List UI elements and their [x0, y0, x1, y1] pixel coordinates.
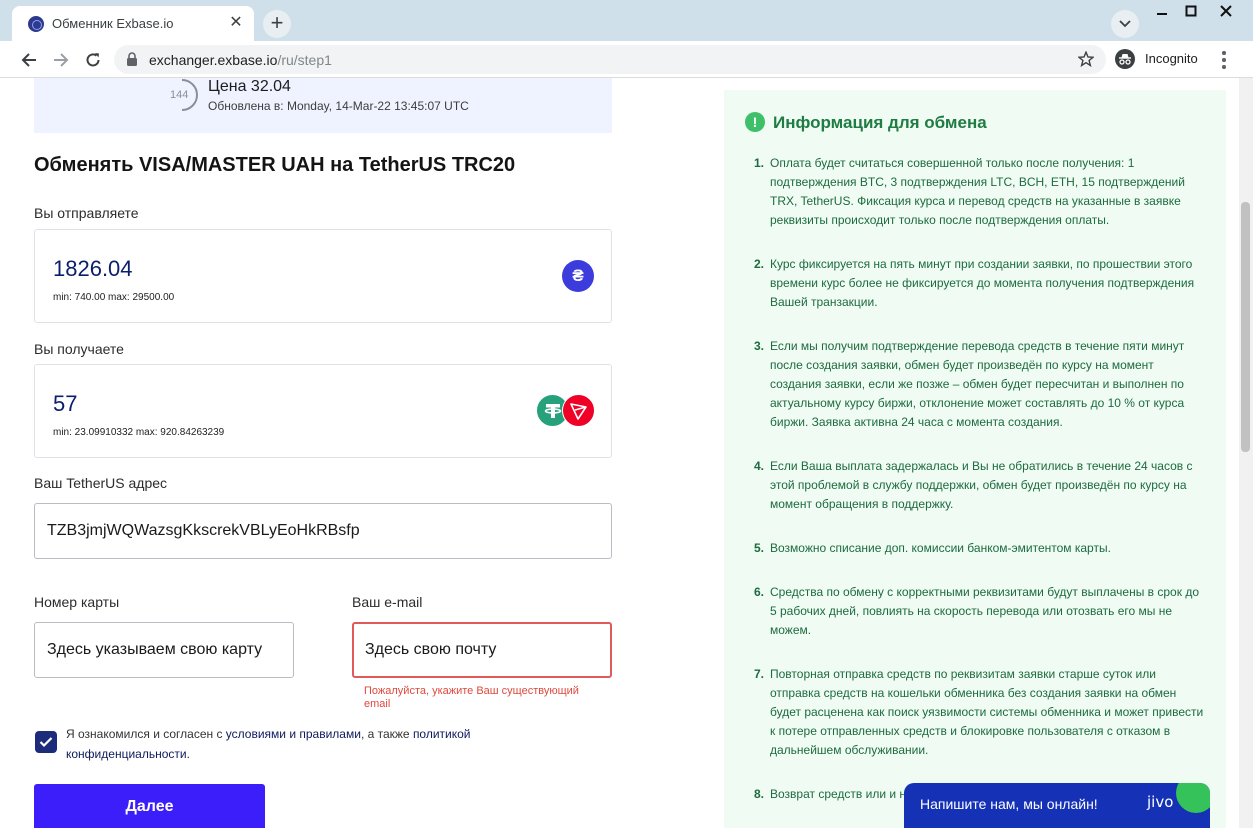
window-close-button[interactable] [1209, 0, 1249, 22]
arrow-right-icon [54, 53, 69, 67]
kebab-dot-icon [1222, 51, 1226, 55]
send-amount-field[interactable]: 1826.04 min: 740.00 max: 29500.00 ₴ [34, 229, 612, 323]
tab-search-button[interactable] [1111, 10, 1139, 38]
back-button[interactable] [16, 47, 42, 73]
card-number-input[interactable]: Здесь указываем свою карту [34, 622, 294, 678]
hryvnia-icon: ₴ [562, 260, 594, 292]
info-item: 2. Курс фиксируется на пять минут при соз… [754, 257, 1195, 309]
rate-price: Цена 32.04 [208, 78, 291, 95]
chevron-down-icon [1119, 20, 1131, 28]
rate-box: 144 Цена 32.04 Обновлена в: Monday, 14-M… [34, 78, 612, 133]
incognito-icon [1115, 49, 1135, 69]
info-item: 5. Возможно списание доп. комиссии банком… [754, 541, 1111, 555]
kebab-dot-icon [1222, 58, 1226, 62]
close-icon [1220, 5, 1232, 17]
minimize-icon [1157, 13, 1167, 15]
receive-amount-value: 57 [53, 391, 78, 416]
lock-icon [127, 52, 137, 66]
send-amount-value: 1826.04 [53, 256, 133, 281]
page-scrollbar[interactable] [1239, 78, 1253, 828]
exchange-info-panel: ! Информация для обмена 1. Оплата будет с… [724, 90, 1226, 828]
bookmark-star-icon[interactable] [1078, 51, 1094, 67]
info-item: 1. Оплата будет считаться совершенной тол… [754, 156, 1185, 227]
online-status-icon [1176, 783, 1210, 813]
address-label: Ваш TetherUS адрес [34, 475, 168, 491]
address-bar[interactable]: exchanger.exbase.io/ru/step1 [114, 45, 1106, 74]
info-title: Информация для обмена [773, 113, 987, 132]
receive-limits: min: 23.09910332 max: 920.84263239 [53, 427, 225, 438]
email-label: Ваш e-mail [352, 594, 423, 610]
arrow-left-icon [21, 53, 36, 67]
checkmark-icon [39, 737, 53, 748]
jivo-logo: jivo [1147, 793, 1174, 811]
tron-icon [562, 394, 595, 427]
receive-label: Вы получаете [34, 341, 124, 357]
info-item: 3. Если мы получим подтверждение перевода… [754, 339, 1185, 429]
agreement-checkbox[interactable] [35, 731, 57, 753]
page-viewport: 144 Цена 32.04 Обновлена в: Monday, 14-M… [0, 78, 1253, 828]
email-error-message: Пожалуйста, укажите Ваш существующий ema… [364, 685, 579, 710]
terms-link[interactable]: условиями и правилами [226, 727, 361, 741]
exbase-favicon-icon [28, 16, 44, 32]
tab-title: Обменник Exbase.io [52, 16, 174, 31]
chat-widget-text: Напишите нам, мы онлайн! [920, 796, 1098, 812]
info-item: 6. Средства по обмену с корректными рекви… [754, 585, 1199, 637]
info-item: 7. Повторная отправка средств по реквизит… [754, 667, 1204, 757]
browser-toolbar: exchanger.exbase.io/ru/step1 Incognito [0, 41, 1253, 78]
card-label: Номер карты [34, 594, 120, 610]
send-label: Вы отправляете [34, 205, 139, 221]
info-exclamation-icon: ! [745, 112, 765, 132]
restore-icon [1185, 5, 1197, 17]
scrollbar-thumb[interactable] [1241, 202, 1250, 452]
email-input[interactable]: Здесь свою почту [352, 622, 612, 678]
window-restore-button[interactable] [1174, 0, 1206, 22]
rate-updated: Обновлена в: Monday, 14-Mar-22 13:45:07 … [208, 99, 469, 113]
page-title: Обменять VISA/MASTER UAH на TetherUS TRC… [34, 154, 516, 176]
tab-close-icon[interactable]: ✕ [226, 13, 246, 33]
incognito-label: Incognito [1145, 51, 1198, 66]
tether-address-input[interactable]: TZB3jmjWQWazsgKkscrekVBLyEoHkRBsfp [34, 503, 612, 559]
receive-amount-field[interactable]: 57 min: 23.09910332 max: 920.84263239 [34, 364, 612, 458]
agreement-text: Я ознакомился и согласен с условиями и п… [66, 727, 471, 761]
tab-strip: Обменник Exbase.io ✕ + [0, 0, 1253, 41]
reload-button[interactable] [80, 47, 106, 73]
reload-icon [86, 53, 100, 67]
chat-widget-button[interactable]: Напишите нам, мы онлайн! jivo [904, 783, 1210, 828]
next-button[interactable]: Далее [34, 784, 265, 828]
info-item: 4. Если Ваша выплата задержалась и Вы не … [754, 459, 1193, 511]
browser-tab[interactable]: Обменник Exbase.io ✕ [12, 6, 254, 41]
url-text: exchanger.exbase.io/ru/step1 [149, 52, 332, 68]
send-limits: min: 740.00 max: 29500.00 [53, 292, 175, 303]
info-list: 1. Оплата будет считаться совершенной тол… [754, 154, 1206, 828]
rate-countdown: 144 [170, 89, 189, 101]
kebab-dot-icon [1222, 65, 1226, 69]
forward-button[interactable] [48, 47, 74, 73]
new-tab-button[interactable]: + [263, 10, 291, 38]
incognito-indicator[interactable]: Incognito [1114, 47, 1206, 71]
browser-menu-button[interactable] [1214, 49, 1234, 71]
